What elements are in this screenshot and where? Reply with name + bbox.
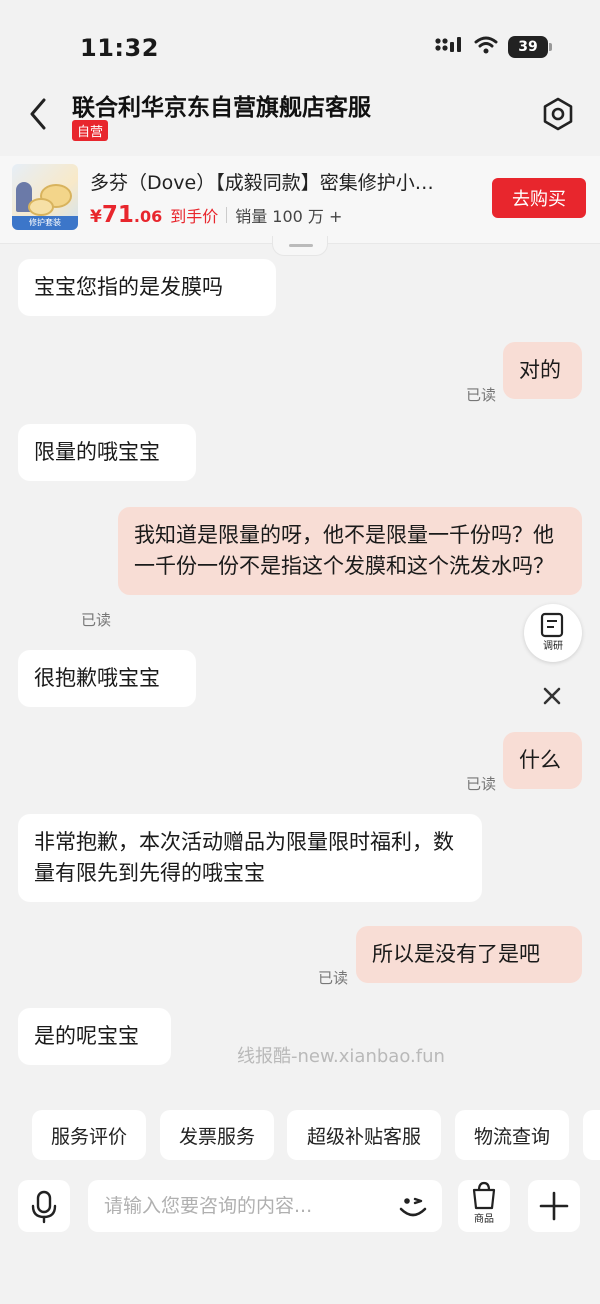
survey-label: 调研 [543, 641, 563, 652]
message-bubble-received: 非常抱歉，本次活动赠品为限量限时福利，数量有限先到先得的哦宝宝 [18, 814, 482, 902]
price-label: 到手价 [170, 207, 219, 226]
quick-action-logistics[interactable]: 物流查询 [455, 1110, 569, 1160]
product-title[interactable]: 多芬（Dove）【成毅同款】密集修护小… [90, 168, 470, 195]
emoji-button[interactable] [396, 1190, 430, 1224]
quick-action-subsidy-service[interactable]: 超级补贴客服 [287, 1110, 441, 1160]
close-button[interactable] [538, 682, 566, 710]
plus-icon [539, 1191, 569, 1221]
read-receipt: 已读 [81, 611, 112, 629]
price-row: ¥ 71 .06 到手价 销量 100 万 + [90, 202, 342, 228]
settings-hexagon-icon [543, 97, 573, 131]
quick-action-invoice[interactable]: 发票服务 [160, 1110, 274, 1160]
voice-input-button[interactable] [18, 1180, 70, 1232]
signal-icon [434, 36, 464, 58]
read-receipt: 已读 [318, 969, 349, 987]
message-bubble-received: 是的呢宝宝 [18, 1008, 171, 1065]
product-image-jar [28, 198, 54, 216]
shop-title: 联合利华京东自营旗舰店客服 [72, 95, 371, 121]
message-bubble-sent: 我知道是限量的呀，他不是限量一千份吗？他一千份一份不是指这个发膜和这个洗发水吗？ [118, 507, 582, 595]
product-card[interactable]: 修护套装 多芬（Dove）【成毅同款】密集修护小… ¥ 71 .06 到手价 销… [0, 156, 600, 244]
survey-icon [540, 612, 564, 638]
self-operated-badge: 自营 [72, 120, 109, 141]
price-decimal: .06 [133, 207, 163, 226]
battery-icon: 39 [508, 36, 552, 58]
product-thumbnail[interactable]: 修护套装 [12, 164, 78, 230]
microphone-icon [31, 1190, 57, 1224]
divider [226, 207, 228, 223]
status-bar: 11:32 39 [0, 0, 600, 90]
goods-button[interactable]: 商品 [458, 1180, 510, 1232]
quick-action-more[interactable] [583, 1110, 600, 1160]
message-bubble-sent: 什么 [503, 732, 582, 789]
goods-label: 商品 [474, 1214, 494, 1225]
quick-actions-bar: 服务评价 发票服务 超级补贴客服 物流查询 [0, 1108, 600, 1164]
message-bubble-received: 限量的哦宝宝 [18, 424, 196, 481]
settings-button[interactable] [540, 96, 576, 132]
emoji-wink-icon [399, 1197, 427, 1217]
survey-button[interactable]: 调研 [524, 604, 582, 662]
wifi-icon [474, 36, 498, 58]
read-receipt: 已读 [466, 775, 497, 793]
message-bubble-sent: 对的 [503, 342, 582, 399]
more-button[interactable] [528, 1180, 580, 1232]
price-integer: 71 [101, 202, 134, 228]
watermark: 线报酷-new.xianbao.fun [237, 1046, 445, 1067]
message-input[interactable] [88, 1180, 442, 1232]
chat-header: 联合利华京东自营旗舰店客服 自营 [0, 78, 600, 156]
message-bubble-received: 宝宝您指的是发膜吗 [18, 259, 276, 316]
buy-button[interactable]: 去购买 [492, 178, 586, 218]
message-bubble-received: 很抱歉哦宝宝 [18, 650, 196, 707]
sales-count: 销量 100 万 + [235, 207, 343, 226]
close-icon [543, 687, 561, 705]
collapse-handle[interactable] [272, 236, 328, 256]
chevron-left-icon [30, 98, 46, 130]
price-currency: ¥ [90, 207, 102, 227]
back-button[interactable] [24, 94, 54, 134]
product-image-band: 修护套装 [12, 216, 78, 230]
status-icons: 39 [434, 36, 552, 58]
message-bubble-sent: 所以是没有了是吧 [356, 926, 582, 983]
input-bar: 商品 [0, 1170, 600, 1250]
read-receipt: 已读 [466, 386, 497, 404]
quick-action-service-rating[interactable]: 服务评价 [32, 1110, 146, 1160]
shopping-bag-icon [472, 1181, 496, 1210]
status-time: 11:32 [80, 34, 159, 62]
